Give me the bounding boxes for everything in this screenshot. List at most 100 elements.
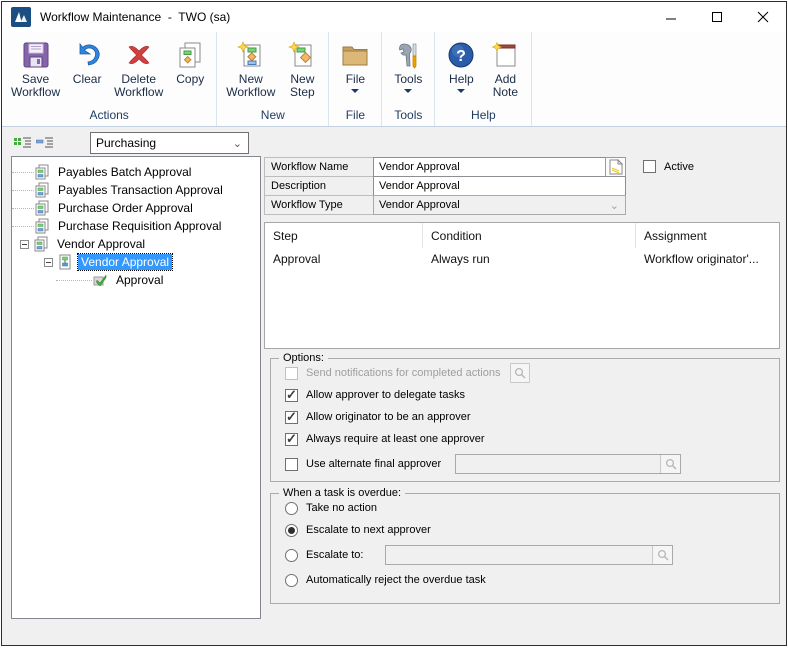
close-icon <box>757 11 769 23</box>
alternate-approver-lookup-button[interactable] <box>660 455 680 473</box>
tree-item-approval-step[interactable]: Approval <box>12 271 260 289</box>
collapse-expander-icon[interactable] <box>44 258 53 267</box>
overdue-escalate-to[interactable]: Escalate to: <box>285 545 779 565</box>
category-dropdown[interactable]: Purchasing ⌄ <box>90 132 249 154</box>
delete-icon <box>124 37 154 73</box>
add-note-button[interactable]: Add Note <box>483 35 527 108</box>
take-no-action-label: Take no action <box>306 502 377 514</box>
clear-button[interactable]: Clear <box>65 35 109 108</box>
copy-button[interactable]: Copy <box>168 35 212 108</box>
alternate-approver-checkbox[interactable] <box>285 458 298 471</box>
steps-table: Step Condition Assignment Approval Alway… <box>264 222 780 349</box>
tree-item-vendor-approval[interactable]: Vendor Approval <box>12 235 260 253</box>
collapse-all-button[interactable] <box>35 134 55 152</box>
escalate-next-radio[interactable] <box>285 524 298 537</box>
originator-approver-checkbox[interactable] <box>285 411 298 424</box>
escalate-to-label: Escalate to: <box>306 549 363 561</box>
require-one-approver-label: Always require at least one approver <box>306 433 485 445</box>
cell-assignment: Workflow originator'... <box>636 248 779 270</box>
overdue-escalate-next[interactable]: Escalate to next approver <box>285 523 779 537</box>
option-allow-delegate[interactable]: Allow approver to delegate tasks <box>285 388 779 402</box>
escalate-to-radio[interactable] <box>285 549 298 562</box>
tree-item-payables-batch-approval[interactable]: Payables Batch Approval <box>12 163 260 181</box>
overdue-group-title: When a task is overdue: <box>279 487 405 499</box>
workflow-pages-icon <box>34 218 51 234</box>
workflow-type-dropdown[interactable]: Vendor Approval ⌄ <box>373 195 626 215</box>
lookup-icon <box>514 367 526 379</box>
take-no-action-radio[interactable] <box>285 502 298 515</box>
category-dropdown-value: Purchasing <box>96 136 156 150</box>
tree-item-purchase-order-approval[interactable]: Purchase Order Approval <box>12 199 260 217</box>
close-button[interactable] <box>740 2 786 32</box>
tree-item-purchase-requisition-approval[interactable]: Purchase Requisition Approval <box>12 217 260 235</box>
new-step-icon <box>287 37 317 73</box>
add-note-icon <box>490 37 520 73</box>
maximize-icon <box>711 11 723 23</box>
send-notifications-label: Send notifications for completed actions <box>306 367 500 379</box>
lookup-icon <box>665 458 677 470</box>
require-one-approver-checkbox[interactable] <box>285 433 298 446</box>
collapse-expander-icon[interactable] <box>20 240 29 249</box>
help-dropdown-arrow-icon <box>457 89 465 93</box>
undo-icon <box>72 37 102 73</box>
tree-item-vendor-approval-step-group[interactable]: Vendor Approval <box>12 253 260 271</box>
tools-icon <box>393 37 423 73</box>
alternate-approver-input[interactable] <box>455 454 681 474</box>
workflow-tree: Payables Batch Approval Payables Transac… <box>11 156 261 619</box>
send-notifications-checkbox[interactable] <box>285 367 298 380</box>
column-header-condition[interactable]: Condition <box>423 223 636 248</box>
active-field[interactable]: Active <box>643 160 694 173</box>
auto-reject-radio[interactable] <box>285 574 298 587</box>
chevron-down-icon: ⌄ <box>610 199 619 212</box>
workflow-name-input[interactable]: Vendor Approval <box>373 157 606 177</box>
allow-delegate-label: Allow approver to delegate tasks <box>306 389 465 401</box>
tree-item-payables-transaction-approval[interactable]: Payables Transaction Approval <box>12 181 260 199</box>
ribbon-group-tools: Tools Tools <box>382 32 435 126</box>
option-require-one-approver[interactable]: Always require at least one approver <box>285 432 779 446</box>
ribbon-group-actions: Save Workflow Clear <box>2 32 217 126</box>
new-step-button[interactable]: New Step <box>280 35 324 108</box>
delete-workflow-button[interactable]: Delete Workflow <box>109 35 168 108</box>
folder-icon <box>339 37 371 73</box>
expand-all-icon <box>14 136 32 150</box>
save-workflow-button[interactable]: Save Workflow <box>6 35 65 108</box>
tree-toolbar <box>13 132 57 154</box>
overdue-auto-reject[interactable]: Automatically reject the overdue task <box>285 573 779 587</box>
escalate-to-input[interactable] <box>385 545 673 565</box>
note-attach-button[interactable] <box>605 157 626 177</box>
notification-setup-button[interactable] <box>510 363 530 383</box>
tools-menu-button[interactable]: Tools <box>386 35 430 108</box>
column-header-assignment[interactable]: Assignment <box>636 223 779 248</box>
workflow-step-page-icon <box>57 254 74 270</box>
option-originator-approver[interactable]: Allow originator to be an approver <box>285 410 779 424</box>
clear-label: Clear <box>73 73 102 86</box>
expand-all-button[interactable] <box>13 134 33 152</box>
workflow-pages-icon <box>34 164 51 180</box>
options-group: Options: Send notifications for complete… <box>270 352 780 482</box>
copy-label: Copy <box>176 73 204 86</box>
escalate-to-lookup-button[interactable] <box>652 546 672 564</box>
active-label: Active <box>664 161 694 173</box>
overdue-take-no-action[interactable]: Take no action <box>285 501 779 515</box>
ribbon-group-caption-new: New <box>219 108 326 126</box>
help-menu-button[interactable]: ? Help <box>439 35 483 108</box>
allow-delegate-checkbox[interactable] <box>285 389 298 402</box>
minimize-button[interactable] <box>648 2 694 32</box>
new-workflow-button[interactable]: New Workflow <box>221 35 280 108</box>
new-workflow-label: New Workflow <box>226 73 275 99</box>
table-row[interactable]: Approval Always run Workflow originator'… <box>265 248 779 270</box>
option-alternate-approver[interactable]: Use alternate final approver <box>285 454 779 474</box>
file-dropdown-arrow-icon <box>351 89 359 93</box>
column-header-step[interactable]: Step <box>265 223 423 248</box>
ribbon-group-new: New Workflow New Step New <box>217 32 329 126</box>
new-workflow-icon <box>236 37 266 73</box>
workflow-type-label: Workflow Type <box>264 195 374 215</box>
description-input[interactable]: Vendor Approval <box>373 176 626 196</box>
maximize-button[interactable] <box>694 2 740 32</box>
workflow-name-label: Workflow Name <box>264 157 374 177</box>
chevron-down-icon: ⌄ <box>233 137 242 150</box>
file-menu-button[interactable]: File <box>333 35 377 108</box>
cell-condition: Always run <box>423 248 636 270</box>
approval-check-icon <box>92 272 109 288</box>
active-checkbox[interactable] <box>643 160 656 173</box>
